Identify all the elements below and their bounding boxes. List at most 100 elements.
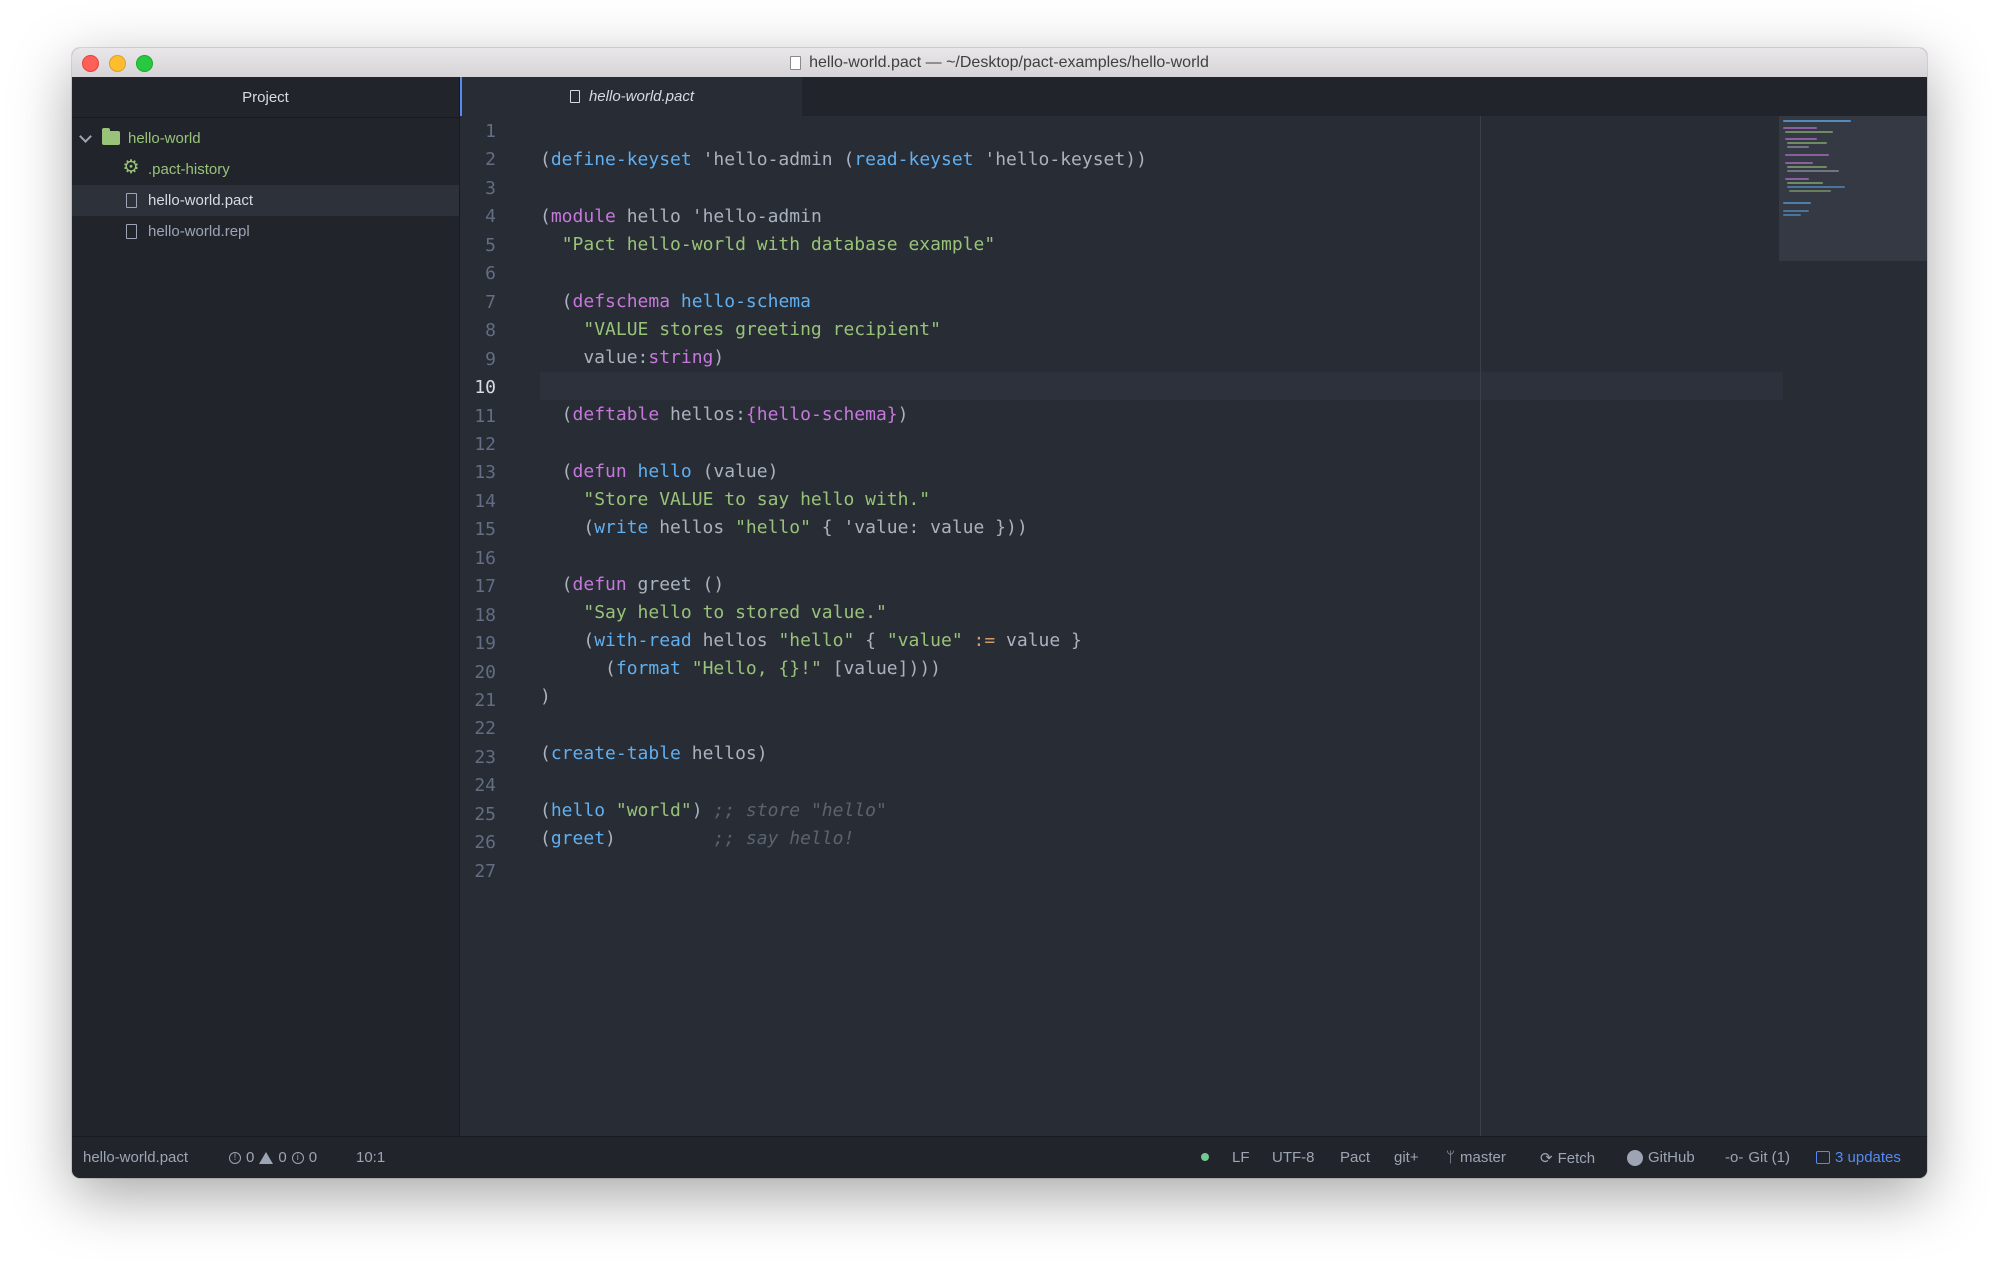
tab-bar: hello-world.pact xyxy=(460,77,1927,117)
github-label: GitHub xyxy=(1648,1149,1695,1166)
line-number: 12 xyxy=(474,433,496,455)
warning-icon xyxy=(259,1151,274,1164)
diagnostics-summary[interactable]: ! 0 0 i 0 xyxy=(229,1149,317,1166)
line-number: 22 xyxy=(474,718,496,740)
code-line-17: (defun greet () xyxy=(540,574,725,595)
code-line-2: (define-keyset 'hello-admin (read-keyset… xyxy=(540,149,1147,170)
grammar-selector[interactable]: Pact xyxy=(1340,1149,1370,1166)
encoding-selector[interactable]: UTF-8 xyxy=(1272,1149,1315,1166)
code-line-18: "Say hello to stored value." xyxy=(583,602,887,623)
line-number: 27 xyxy=(474,860,496,882)
code-line-21: ) xyxy=(540,686,551,707)
sync-icon: ⟳ xyxy=(1540,1150,1553,1167)
folder-label: hello-world xyxy=(128,130,201,147)
git-file-status: git+ xyxy=(1394,1149,1419,1166)
chevron-down-icon xyxy=(79,130,92,143)
branch-label: master xyxy=(1460,1149,1506,1166)
line-number: 19 xyxy=(474,633,496,655)
updates-label: 3 updates xyxy=(1835,1149,1901,1166)
project-header: Project xyxy=(72,77,459,118)
line-number-gutter: 1 2 3 4 5 6 7 8 9 10 11 12 13 14 15 16 17 18 19 20 21 22 23 24 2… xyxy=(460,116,520,1137)
line-number: 18 xyxy=(474,604,496,626)
line-ending-selector[interactable]: LF xyxy=(1232,1149,1250,1166)
file-icon xyxy=(569,90,580,103)
line-number: 4 xyxy=(485,206,496,228)
editor-window: hello-world.pact — ~/Desktop/pact-exampl… xyxy=(72,48,1927,1178)
line-number: 16 xyxy=(474,547,496,569)
tree-item-label: .pact-history xyxy=(148,161,230,178)
line-number: 17 xyxy=(474,576,496,598)
code-line-5: "Pact hello-world with database example" xyxy=(561,234,996,255)
line-number: 24 xyxy=(474,775,496,797)
status-bar: hello-world.pact ! 0 0 i 0 10:1 LF UTF-8… xyxy=(72,1136,1927,1178)
code-editor[interactable]: 1 2 3 4 5 6 7 8 9 10 11 12 13 14 15 16 17 18 19 20 21 22 23 24 2… xyxy=(460,116,1927,1137)
cursor-position[interactable]: 10:1 xyxy=(356,1149,385,1166)
git-commit-icon: -o- xyxy=(1725,1149,1744,1166)
line-number: 1 xyxy=(485,121,496,142)
folder-icon xyxy=(102,128,120,145)
package-icon xyxy=(1816,1151,1830,1164)
code-line-8: "VALUE stores greeting recipient" xyxy=(583,319,941,340)
git-label: Git (1) xyxy=(1748,1149,1791,1166)
line-number: 26 xyxy=(474,832,496,854)
git-branch-icon: ᛘ xyxy=(1446,1149,1456,1166)
code-line-13: (defun hello (value) xyxy=(540,461,779,482)
code-line-19: (with-read hellos "hello" { "value" := v… xyxy=(540,630,1082,651)
line-number: 9 xyxy=(485,348,496,370)
line-number: 13 xyxy=(474,462,496,484)
line-number: 2 xyxy=(485,149,496,171)
line-number: 15 xyxy=(474,519,496,541)
gear-icon: ⚙ xyxy=(122,157,140,178)
line-number: 8 xyxy=(485,320,496,342)
cursor-line-highlight xyxy=(540,372,1783,400)
status-file-name[interactable]: hello-world.pact xyxy=(83,1149,188,1166)
fetch-button[interactable]: ⟳ Fetch xyxy=(1540,1149,1596,1168)
wrap-guide xyxy=(1480,116,1481,1137)
code-line-26: (greet) ;; say hello! xyxy=(540,828,855,849)
line-number: 5 xyxy=(485,234,496,256)
fetch-label: Fetch xyxy=(1557,1149,1596,1167)
tab-label: hello-world.pact xyxy=(588,88,695,105)
line-number: 11 xyxy=(474,405,496,427)
code-line-4: (module hello 'hello-admin xyxy=(540,206,822,227)
line-number: 23 xyxy=(474,746,496,768)
code-line-14: "Store VALUE to say hello with." xyxy=(583,489,931,510)
warning-count: 0 xyxy=(278,1149,287,1166)
code-line-25: (hello "world") ;; store "hello" xyxy=(540,800,887,821)
line-number: 6 xyxy=(485,263,496,285)
code-line-7: (defschema hello-schema xyxy=(540,291,811,312)
code-line-20: (format "Hello, {}!" [value]))) xyxy=(540,658,941,679)
line-number: 25 xyxy=(474,803,496,825)
tree-item-label: hello-world.repl xyxy=(148,223,250,240)
info-icon: i xyxy=(291,1151,304,1164)
info-count: 0 xyxy=(308,1149,318,1166)
code-line-15: (write hellos "hello" { 'value: value })… xyxy=(540,517,1028,538)
tree-folder-root[interactable]: hello-world xyxy=(72,123,459,154)
tab-hello-world-pact[interactable]: hello-world.pact xyxy=(460,77,802,116)
github-button[interactable]: GitHub xyxy=(1627,1149,1695,1166)
code-line-11: (deftable hellos:{hello-schema}) xyxy=(540,404,909,425)
line-number: 3 xyxy=(485,177,496,199)
code-line-9: value:string) xyxy=(540,347,725,368)
minimap[interactable] xyxy=(1779,116,1927,261)
tree-item-pact-history[interactable]: ⚙ .pact-history xyxy=(72,154,459,185)
title-bar: hello-world.pact — ~/Desktop/pact-exampl… xyxy=(72,48,1927,78)
file-icon xyxy=(126,193,137,208)
branch-selector[interactable]: ᛘ master xyxy=(1446,1149,1506,1166)
line-number: 20 xyxy=(474,661,496,683)
window-title: hello-world.pact — ~/Desktop/pact-exampl… xyxy=(809,53,1209,71)
github-icon xyxy=(1627,1149,1643,1166)
code-line-23: (create-table hellos) xyxy=(540,743,768,764)
tree-view: Project hello-world ⚙ .pact-history hell… xyxy=(72,77,460,1137)
file-icon xyxy=(790,55,802,70)
line-number: 14 xyxy=(474,490,496,512)
tree-item-label: hello-world.pact xyxy=(148,192,254,209)
git-panel-button[interactable]: -o- Git (1) xyxy=(1725,1149,1790,1166)
error-icon: ! xyxy=(229,1151,241,1164)
error-count: 0 xyxy=(246,1149,255,1166)
updates-button[interactable]: 3 updates xyxy=(1816,1149,1901,1166)
tree-item-hello-world-repl[interactable]: hello-world.repl xyxy=(72,216,459,247)
status-dot-icon xyxy=(1201,1153,1209,1161)
file-icon xyxy=(126,224,137,239)
tree-item-hello-world-pact[interactable]: hello-world.pact xyxy=(72,185,459,216)
